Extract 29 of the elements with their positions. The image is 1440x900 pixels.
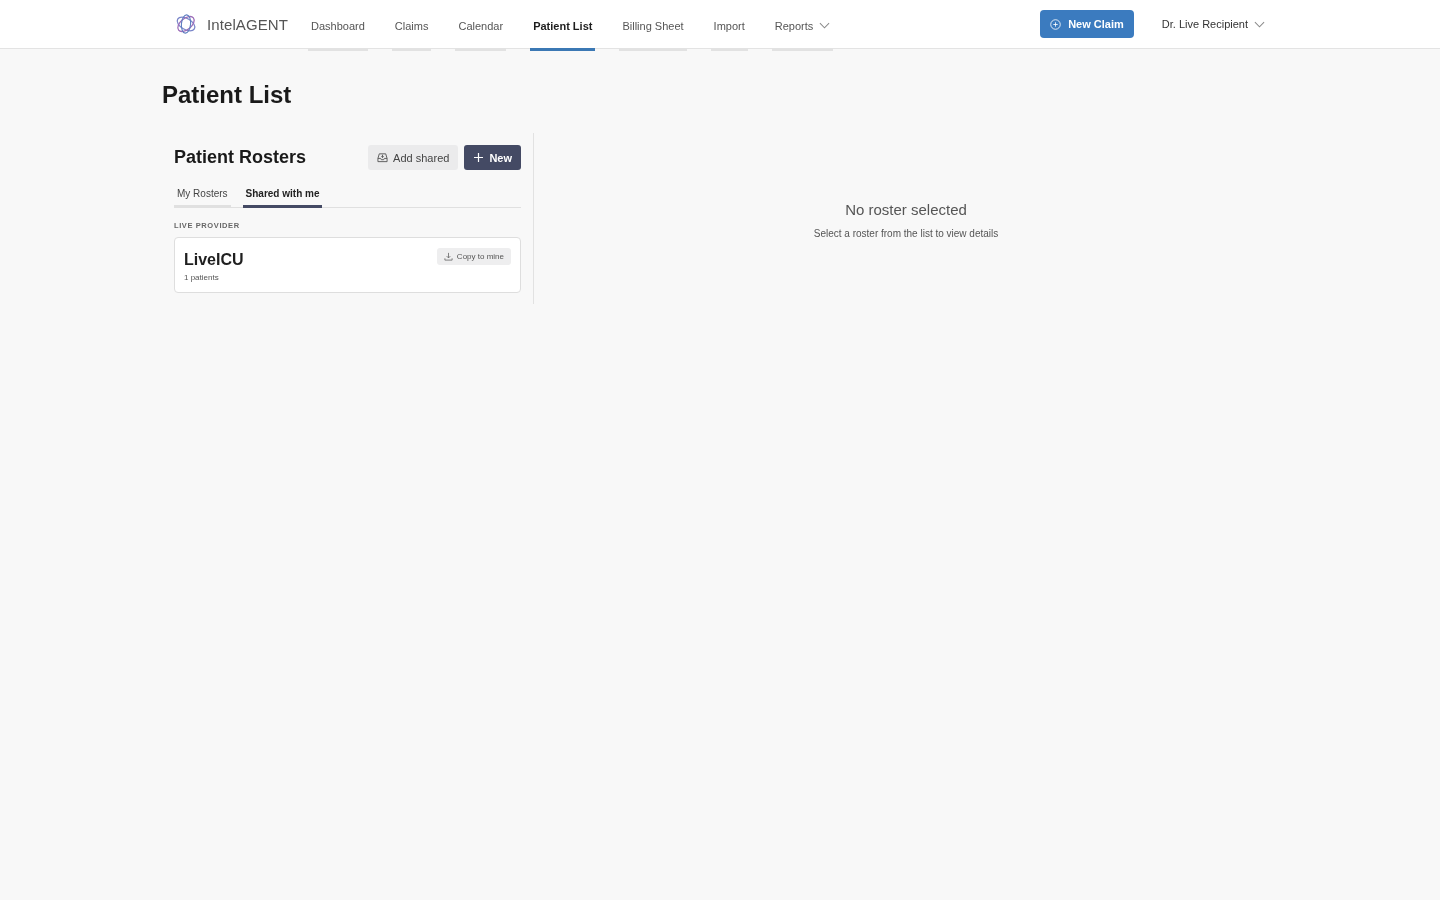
download-icon <box>443 252 453 261</box>
empty-state-message: Select a roster from the list to view details <box>812 228 1000 239</box>
copy-to-mine-button[interactable]: Copy to mine <box>436 248 511 265</box>
plus-icon <box>473 152 485 163</box>
user-menu[interactable]: Dr. Live Recipient <box>1161 18 1265 30</box>
nav-tab[interactable]: Import <box>710 0 748 51</box>
new-claim-button[interactable]: New Claim <box>1040 10 1134 38</box>
panel-title: Patient Rosters <box>174 147 308 168</box>
nav-tab[interactable]: Dashboard <box>308 0 368 51</box>
logo-icon <box>175 13 197 35</box>
chevron-down-icon <box>819 22 831 29</box>
roster-name: LiveICU <box>184 250 245 270</box>
inbox-icon <box>377 152 389 163</box>
roster-tab[interactable]: My Rosters <box>174 182 231 208</box>
circle-plus-icon <box>1050 18 1062 30</box>
roster-tab[interactable]: Shared with me <box>242 182 323 208</box>
nav-dropdown[interactable]: Reports <box>771 0 834 51</box>
patient-count: 1 patients <box>184 273 220 282</box>
app-name: IntelAGENT <box>207 15 289 33</box>
new-roster-button[interactable]: New <box>464 145 521 170</box>
add-shared-button[interactable]: Add shared <box>368 145 459 170</box>
roster-card[interactable]: LiveICU 1 patients Copy to mine <box>174 237 521 293</box>
nav-tab[interactable]: Billing Sheet <box>619 0 687 51</box>
page-title: Patient List <box>162 80 293 110</box>
nav-tab[interactable]: Claims <box>391 0 432 51</box>
nav-tab[interactable]: Calendar <box>455 0 507 51</box>
empty-state-title: No roster selected <box>844 200 968 220</box>
chevron-down-icon <box>1254 20 1265 28</box>
nav-tab[interactable]: Patient List <box>530 0 596 51</box>
